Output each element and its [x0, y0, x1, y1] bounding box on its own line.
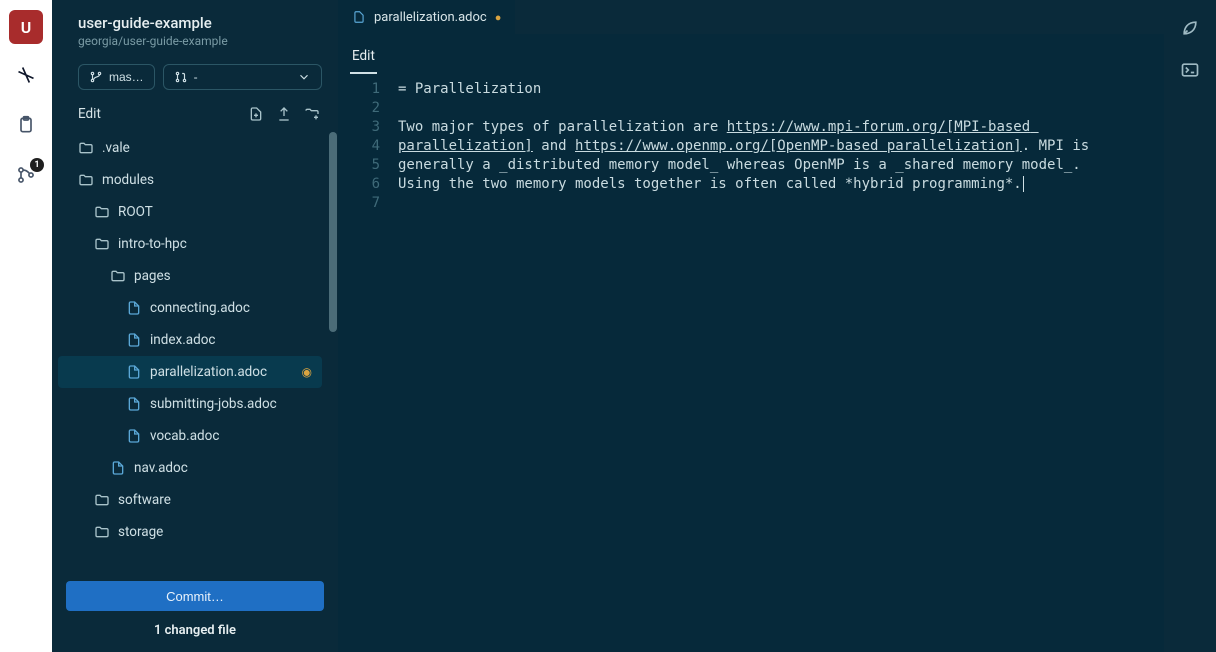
file-index-adoc[interactable]: index.adoc — [58, 324, 322, 356]
tree-item-label: intro-to-hpc — [118, 236, 187, 252]
sidebar-edit-label: Edit — [78, 106, 101, 122]
folder-intro-to-hpc[interactable]: intro-to-hpc — [58, 228, 322, 260]
project-header: user-guide-example georgia/user-guide-ex… — [52, 0, 338, 58]
file-nav-adoc[interactable]: nav.adoc — [58, 452, 322, 484]
tree-item-label: software — [118, 492, 171, 508]
line-gutter: 1234567 — [338, 74, 398, 652]
tree-item-label: modules — [102, 172, 154, 188]
project-path: georgia/user-guide-example — [78, 34, 320, 48]
tree-item-label: submitting-jobs.adoc — [150, 396, 277, 412]
folder-modules[interactable]: modules — [58, 164, 322, 196]
right-rail — [1164, 0, 1216, 652]
mr-label: - — [194, 70, 198, 84]
tree-item-label: nav.adoc — [134, 460, 188, 476]
chevron-down-icon — [297, 70, 311, 84]
project-name: user-guide-example — [78, 14, 320, 32]
explorer-icon[interactable] — [2, 56, 50, 94]
folder-software[interactable]: software — [58, 484, 322, 516]
tab-label: parallelization.adoc — [374, 10, 487, 25]
file-parallelization-adoc[interactable]: parallelization.adoc ◉ — [58, 356, 322, 388]
folder-ROOT[interactable]: ROOT — [58, 196, 322, 228]
branch-selector[interactable]: mas… — [78, 64, 155, 90]
avatar[interactable]: U — [9, 10, 43, 44]
code-editor[interactable]: 1234567 = ParallelizationTwo major types… — [338, 74, 1164, 652]
source-control-icon[interactable]: 1 — [2, 156, 50, 194]
branch-label: mas… — [109, 70, 144, 84]
activity-bar: U 1 — [0, 0, 52, 652]
tree-item-label: ROOT — [118, 204, 153, 220]
folder-pages[interactable]: pages — [58, 260, 322, 292]
tree-scrollbar-thumb[interactable] — [329, 132, 337, 332]
modified-indicator: ◉ — [302, 365, 312, 379]
tree-item-label: vocab.adoc — [150, 428, 219, 444]
upload-icon[interactable] — [276, 106, 292, 122]
tree-item-label: parallelization.adoc — [150, 364, 267, 380]
file-connecting-adoc[interactable]: connecting.adoc — [58, 292, 322, 324]
commit-button[interactable]: Commit… — [66, 581, 324, 611]
editor-mode-edit[interactable]: Edit — [350, 40, 377, 74]
file-submitting-jobs-adoc[interactable]: submitting-jobs.adoc — [58, 388, 322, 420]
folder-storage[interactable]: storage — [58, 516, 322, 548]
tree-item-label: .vale — [102, 140, 130, 156]
editor-area: parallelization.adoc ● Edit 1234567 = Pa… — [338, 0, 1164, 652]
tab-parallelization[interactable]: parallelization.adoc ● — [338, 0, 515, 34]
folder--vale[interactable]: .vale — [58, 132, 322, 164]
new-file-icon[interactable] — [248, 106, 264, 122]
tab-modified-dot: ● — [495, 11, 502, 24]
code-content[interactable]: = ParallelizationTwo major types of para… — [398, 74, 1164, 652]
clipboard-icon[interactable] — [2, 106, 50, 144]
changed-files-label: 1 changed file — [66, 623, 324, 638]
tabbar: parallelization.adoc ● — [338, 0, 1164, 34]
new-folder-icon[interactable] — [304, 106, 320, 122]
terminal-icon[interactable] — [1180, 60, 1200, 80]
rocket-icon[interactable] — [1180, 18, 1200, 38]
source-control-badge: 1 — [30, 158, 44, 172]
tree-item-label: pages — [134, 268, 171, 284]
tree-item-label: connecting.adoc — [150, 300, 250, 316]
tree-scrollbar[interactable] — [328, 132, 338, 571]
sidebar: user-guide-example georgia/user-guide-ex… — [52, 0, 338, 652]
tree-item-label: storage — [118, 524, 163, 540]
file-tree: .vale modules ROOT intro-to-hpc pages connect… — [52, 132, 328, 548]
tree-item-label: index.adoc — [150, 332, 216, 348]
file-vocab-adoc[interactable]: vocab.adoc — [58, 420, 322, 452]
merge-request-selector[interactable]: - — [163, 64, 322, 90]
